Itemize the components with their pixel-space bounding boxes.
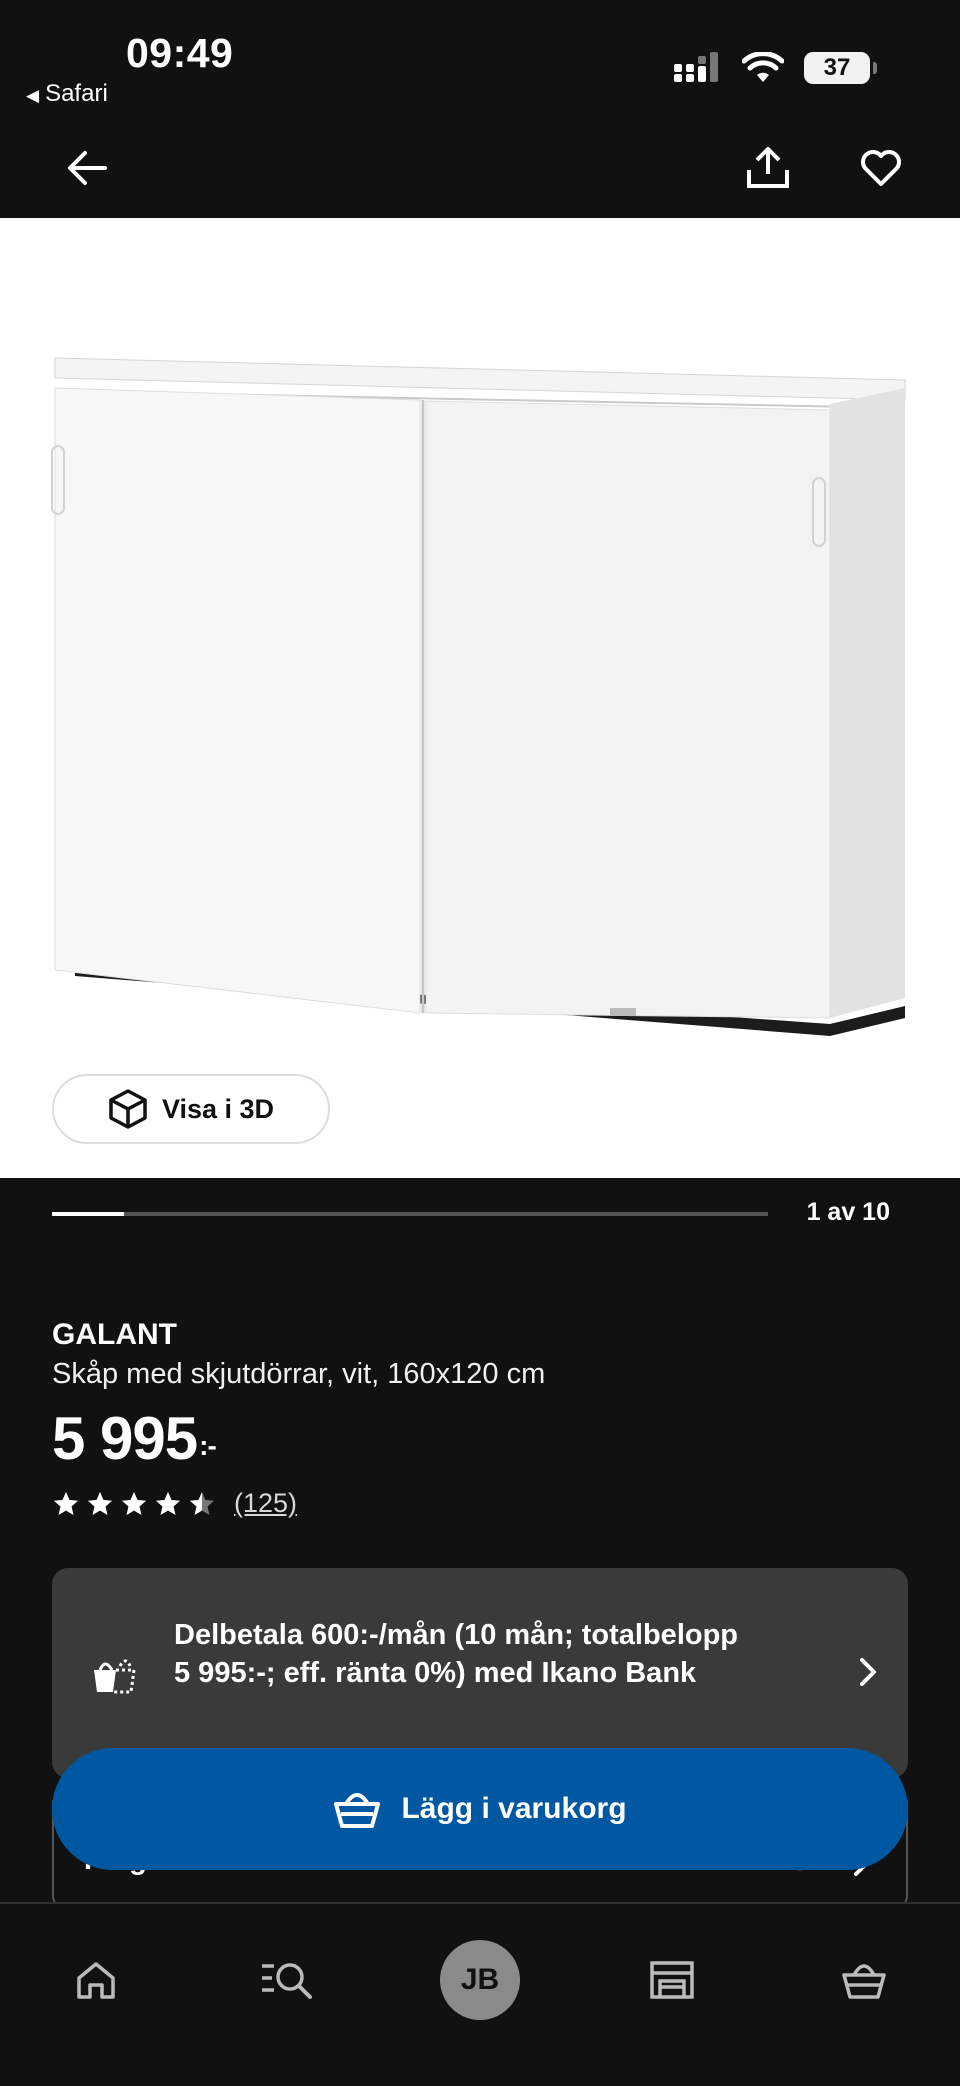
app-header — [0, 118, 960, 218]
star-icon — [190, 1491, 214, 1515]
installment-basket-icon — [94, 1659, 136, 1694]
rating-stars — [52, 1490, 216, 1518]
basket-icon — [334, 1793, 381, 1828]
installment-text: Delbetala 600:-/mån (10 mån; totalbelopp… — [174, 1619, 739, 1689]
view-in-3d-button[interactable]: Visa i 3D — [52, 1074, 330, 1144]
review-count-link[interactable]: (125) — [234, 1488, 297, 1519]
status-icons: 37 — [674, 52, 877, 84]
share-button[interactable] — [736, 136, 800, 200]
price-suffix: :- — [199, 1430, 217, 1461]
nav-basket[interactable] — [824, 1940, 904, 2020]
heart-icon — [861, 150, 901, 186]
product-name: GALANT — [52, 1318, 177, 1351]
share-icon — [747, 147, 789, 188]
product-rating[interactable]: (125) — [52, 1488, 297, 1519]
chevron-right-icon — [860, 1658, 876, 1686]
profile-avatar: JB — [440, 1940, 520, 2020]
status-bar: 09:49 ◀ Safari 37 — [0, 0, 960, 118]
view-in-3d-label: Visa i 3D — [161, 1093, 275, 1124]
star-icon — [88, 1491, 112, 1515]
product-description: Skåp med skjutdörrar, vit, 160x120 cm — [52, 1358, 546, 1390]
installment-offer-card[interactable]: Delbetala 600:-/mån (10 mån; totalbelopp… — [52, 1568, 908, 1778]
star-icon — [122, 1491, 146, 1515]
star-icon — [54, 1491, 78, 1515]
cube-3d-icon — [109, 1089, 147, 1129]
price-value: 5 995 — [52, 1405, 198, 1472]
product-image — [51, 357, 906, 1036]
nav-stores[interactable] — [632, 1940, 712, 2020]
favorite-button[interactable] — [849, 136, 913, 200]
status-time: 09:49 — [126, 30, 234, 76]
search-list-icon — [262, 1963, 312, 1999]
back-to-app-link[interactable]: ◀ Safari — [26, 80, 108, 108]
back-triangle-icon: ◀ — [26, 86, 40, 105]
gallery-progress-bar — [52, 1212, 768, 1216]
cellular-signal-icon — [674, 52, 718, 82]
gallery-counter: 1 av 10 — [806, 1198, 890, 1226]
home-icon — [77, 1962, 115, 1999]
bottom-navigation: JB — [0, 1902, 960, 2086]
nav-home[interactable] — [56, 1940, 136, 2020]
product-image-gallery[interactable]: Visa i 3D — [0, 218, 960, 1178]
wifi-icon — [742, 52, 784, 82]
battery-indicator: 37 — [804, 52, 877, 84]
add-to-cart-button[interactable]: Lägg i varukorg — [52, 1748, 908, 1870]
nav-search[interactable] — [247, 1940, 327, 2020]
basket-icon — [842, 1964, 886, 1999]
store-icon — [650, 1961, 694, 1999]
arrow-left-icon — [68, 151, 107, 185]
product-price: 5 995:- — [52, 1404, 217, 1473]
gallery-progress-fill — [52, 1212, 124, 1216]
add-to-cart-label: Lägg i varukorg — [401, 1792, 627, 1825]
nav-profile[interactable]: JB — [440, 1940, 520, 2020]
back-app-label: Safari — [45, 80, 108, 107]
star-icon — [156, 1491, 180, 1515]
back-button[interactable] — [55, 136, 119, 200]
